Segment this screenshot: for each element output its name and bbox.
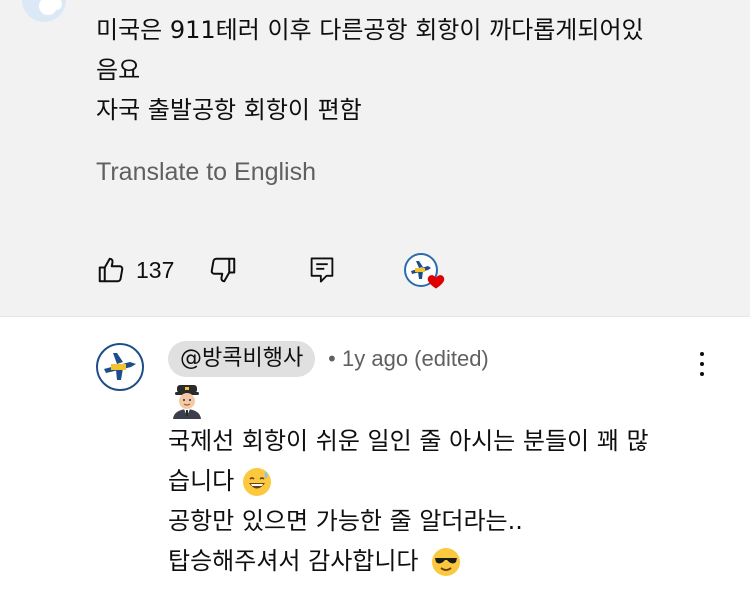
- dislike-button[interactable]: [208, 250, 238, 290]
- creator-heart-button[interactable]: [404, 250, 445, 290]
- top-comment: 미국은 911테러 이후 다른공항 회항이 까다롭게되어있 음요 자국 출발공항…: [0, 0, 750, 316]
- reply-line: 국제선 회항이 쉬운 일인 줄 아시는 분들이 꽤 많: [168, 421, 708, 461]
- sunglasses-emoji: [431, 548, 460, 576]
- meta-separator: •: [326, 347, 338, 371]
- reply-avatar[interactable]: [96, 343, 144, 391]
- comment-actions: 137: [96, 250, 696, 290]
- creator-avatar: [404, 253, 445, 289]
- commenter-avatar[interactable]: [22, 0, 66, 22]
- comment-body: 미국은 911테러 이후 다른공항 회항이 까다롭게되어있 음요 자국 출발공항…: [96, 10, 716, 130]
- reply-line-text: 습니다: [168, 467, 235, 495]
- reply-line-text: 공항만 있으면 가능한 줄 알더라는..: [168, 507, 523, 535]
- reply-icon: [310, 257, 334, 283]
- comment-line: 미국은 911테러 이후 다른공항 회항이 까다롭게되어있: [96, 16, 644, 44]
- reply-timestamp[interactable]: 1y ago (edited): [342, 341, 489, 377]
- comment-line: 음요: [96, 56, 141, 84]
- pilot-emoji: [173, 385, 201, 419]
- reply-author-handle[interactable]: @방콕비행사: [168, 341, 316, 377]
- creator-heart-icon: [427, 275, 445, 289]
- thumbs-down-icon: [210, 257, 236, 283]
- more-vert-icon[interactable]: [694, 0, 714, 8]
- like-count: 137: [136, 256, 175, 283]
- reply-line: 습니다: [168, 461, 708, 501]
- reply-button[interactable]: [308, 250, 336, 290]
- reply-line-text: 국제선 회항이 쉬운 일인 줄 아시는 분들이 꽤 많: [168, 427, 649, 455]
- reply-line-text: 탑승해주셔서 감사합니다: [168, 547, 419, 575]
- reply-line: 공항만 있으면 가능한 줄 알더라는..: [168, 501, 708, 541]
- comment-line: 자국 출발공항 회항이 편함: [96, 96, 362, 124]
- reply-line: 탑승해주셔서 감사합니다: [168, 541, 708, 581]
- translate-link[interactable]: Translate to English: [96, 154, 316, 190]
- thumbs-up-icon: [98, 257, 124, 283]
- sweat-smile-emoji: [243, 468, 272, 496]
- reply-body: 국제선 회항이 쉬운 일인 줄 아시는 분들이 꽤 많 습니다 공항만 있으면 …: [168, 421, 708, 581]
- divider: [0, 316, 750, 317]
- like-button[interactable]: 137: [96, 250, 174, 290]
- more-vert-icon[interactable]: [692, 350, 712, 378]
